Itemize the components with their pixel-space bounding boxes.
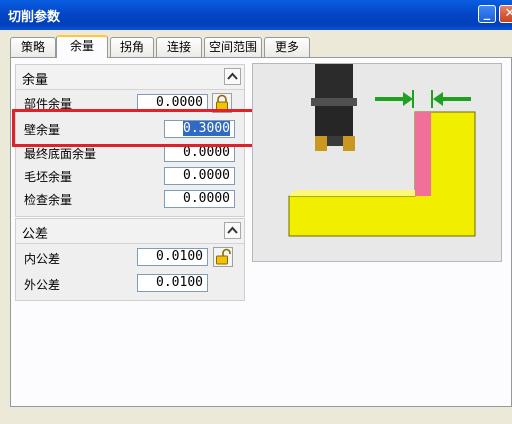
outtol-label: 外公差 [24,278,61,292]
tab-stock[interactable]: 余量 [56,35,108,58]
tab-strategy[interactable]: 策略 [10,37,56,57]
part-stock-value: 0.0000 [156,95,203,110]
tab-more[interactable]: 更多 [264,37,310,57]
floor-stock-label: 最终底面余量 [24,147,97,161]
intol-value: 0.0100 [156,249,203,264]
intol-input[interactable]: 0.0100 [137,248,208,266]
cutter-tool-icon [311,64,357,151]
floor-stock-value: 0.0000 [183,145,230,160]
collapse-tolerance-button[interactable] [224,222,241,239]
tolerance-group-header[interactable]: 公差 [16,219,244,244]
tab-corner[interactable]: 拐角 [110,37,154,57]
blank-stock-input[interactable]: 0.0000 [164,167,235,185]
tab-label: 策略 [20,40,45,54]
tab-label: 空间范围 [208,40,257,54]
title-bar[interactable]: 切削参数 _ ✕ [0,0,512,30]
dialog-footer [0,407,512,424]
unlock-button[interactable] [213,247,233,267]
stock-group-title: 余量 [22,73,49,88]
check-stock-label: 检查余量 [24,193,73,207]
blank-stock-value: 0.0000 [183,168,230,183]
intol-label: 内公差 [24,252,61,266]
stock-group-header[interactable]: 余量 [16,65,244,90]
blank-stock-label: 毛坯余量 [24,170,73,184]
chevron-up-icon [227,226,238,234]
tab-label: 更多 [274,40,299,54]
window-title: 切削参数 [8,10,61,25]
minimize-button[interactable]: _ [478,5,496,23]
stock-illustration [252,63,502,262]
outtol-value: 0.0100 [156,275,203,290]
tab-connection[interactable]: 连接 [156,37,202,57]
collapse-stock-button[interactable] [224,68,241,85]
chevron-up-icon [227,72,238,80]
wall-stock-diagram [253,64,501,261]
close-icon: ✕ [504,6,512,21]
tab-label: 拐角 [119,40,144,54]
check-stock-value: 0.0000 [183,191,230,206]
check-stock-input[interactable]: 0.0000 [164,190,235,208]
tab-containment[interactable]: 空间范围 [204,37,262,57]
tab-label: 余量 [69,39,94,53]
close-button[interactable]: ✕ [499,5,512,23]
outtol-input[interactable]: 0.0100 [137,274,208,292]
annotation-highlight-box [12,109,276,147]
minimize-icon: _ [483,6,491,21]
tolerance-group-title: 公差 [22,227,49,242]
unlock-icon [216,248,231,265]
tab-label: 连接 [166,40,191,54]
